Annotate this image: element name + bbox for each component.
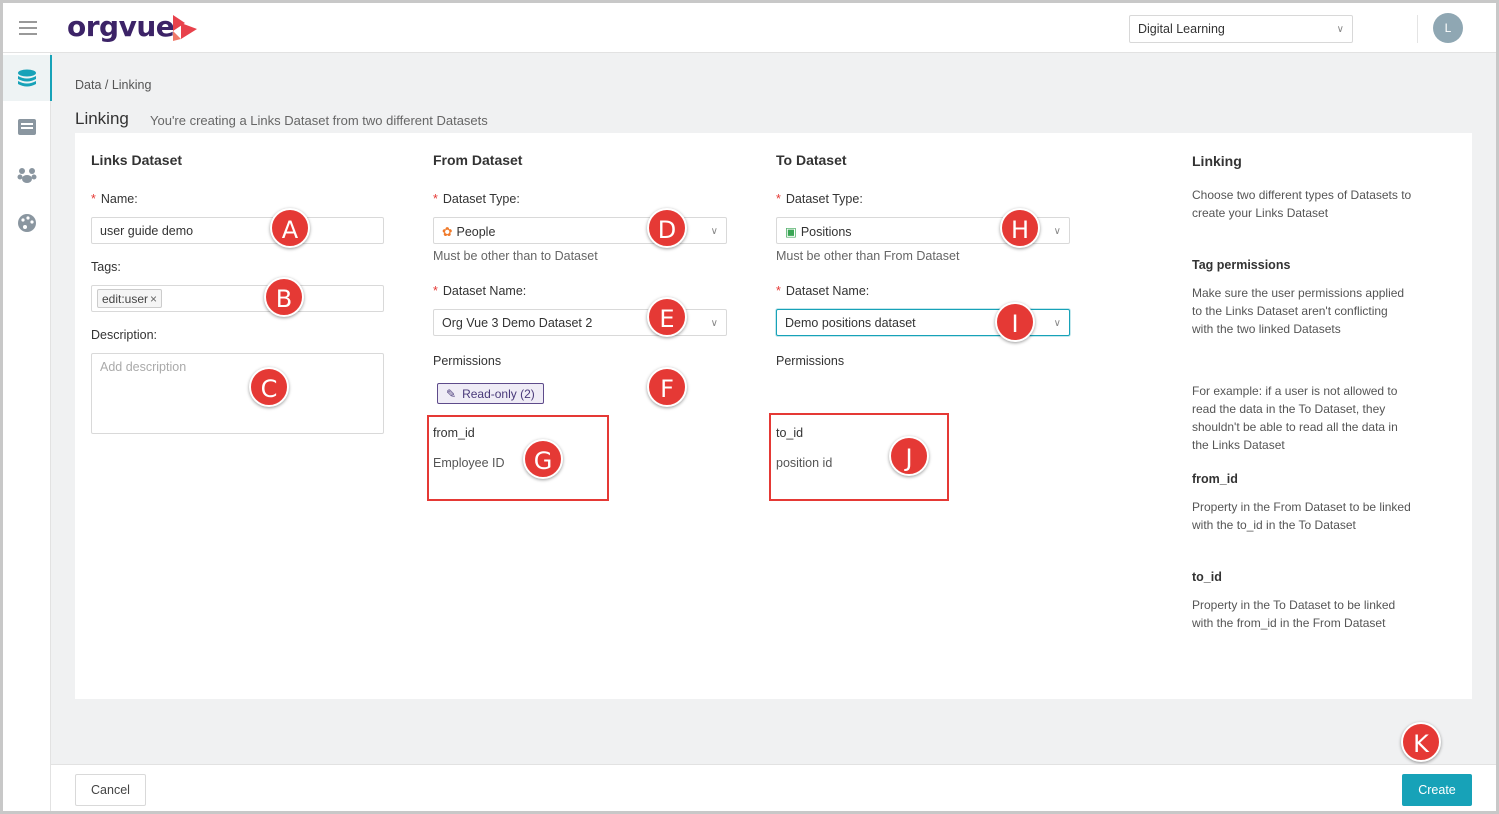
chevron-down-icon: ∨ bbox=[1336, 24, 1344, 35]
marker-c: C bbox=[249, 367, 289, 407]
chevron-down-icon: ∨ bbox=[710, 226, 718, 237]
marker-e: E bbox=[647, 297, 687, 337]
sidebar-item-reports[interactable] bbox=[3, 103, 51, 149]
marker-j: J bbox=[889, 436, 929, 476]
permissions-badge[interactable]: ✎ Read-only (2) bbox=[437, 383, 544, 404]
description-textarea[interactable]: Add description bbox=[91, 353, 384, 434]
permissions-badge-label: Read-only (2) bbox=[462, 387, 535, 401]
to-id-key: to_id bbox=[776, 426, 804, 440]
help-tag-permissions-heading: Tag permissions bbox=[1192, 258, 1291, 272]
orgvue-logo: orgvue bbox=[67, 10, 175, 43]
sidebar bbox=[3, 53, 52, 811]
help-from-id-text: Property in the From Dataset to be linke… bbox=[1192, 500, 1411, 532]
palette-icon bbox=[18, 214, 36, 232]
header-divider bbox=[1417, 15, 1418, 43]
help-to-id-text: Property in the To Dataset to be linked … bbox=[1192, 598, 1396, 630]
help-tag-permissions-text: Make sure the user permissions applied t… bbox=[1192, 286, 1405, 336]
footer-bar: Cancel Create bbox=[51, 764, 1496, 811]
to-dataset-title: To Dataset bbox=[776, 152, 847, 168]
from-id-key: from_id bbox=[433, 426, 475, 440]
logo-mark-icon bbox=[173, 15, 197, 41]
marker-h: H bbox=[1000, 208, 1040, 248]
document-icon bbox=[18, 119, 36, 135]
marker-d: D bbox=[647, 208, 687, 248]
to-type-label: * Dataset Type: bbox=[776, 192, 863, 206]
marker-a: A bbox=[270, 208, 310, 248]
cancel-button[interactable]: Cancel bbox=[75, 774, 146, 806]
tags-label: Tags: bbox=[91, 260, 121, 274]
help-from-id-heading: from_id bbox=[1192, 472, 1238, 486]
help-title: Linking bbox=[1192, 153, 1242, 169]
help-intro: Choose two different types of Datasets t… bbox=[1192, 188, 1412, 220]
marker-f: F bbox=[647, 367, 687, 407]
name-label: * Name: bbox=[91, 192, 138, 206]
to-permissions-label: Permissions bbox=[776, 354, 845, 368]
tag-chip: edit:user × bbox=[97, 289, 163, 308]
dataset-selector-value: Digital Learning bbox=[1138, 22, 1225, 36]
chevron-down-icon: ∨ bbox=[710, 318, 718, 329]
id-card-icon: ▣ bbox=[785, 225, 797, 239]
name-input[interactable]: user guide demo bbox=[91, 217, 384, 244]
paw-icon bbox=[17, 168, 37, 183]
to-id-value[interactable]: position id bbox=[776, 456, 832, 470]
avatar[interactable]: L bbox=[1433, 13, 1463, 43]
dataset-selector[interactable]: Digital Learning ∨ bbox=[1129, 15, 1353, 43]
name-input-value: user guide demo bbox=[100, 224, 194, 238]
hamburger-menu-icon[interactable] bbox=[19, 21, 37, 35]
sidebar-item-themes[interactable] bbox=[3, 199, 51, 245]
to-name-value: Demo positions dataset bbox=[785, 316, 916, 330]
breadcrumb[interactable]: Data / Linking bbox=[75, 78, 151, 92]
top-bar: orgvue Digital Learning ∨ L bbox=[3, 3, 1496, 53]
from-name-value: Org Vue 3 Demo Dataset 2 bbox=[442, 316, 593, 330]
chevron-down-icon: ∨ bbox=[1053, 318, 1061, 329]
marker-k: K bbox=[1401, 722, 1441, 762]
from-dataset-title: From Dataset bbox=[433, 152, 523, 168]
app-frame: orgvue Digital Learning ∨ L Data / Linki… bbox=[0, 0, 1499, 814]
edit-off-icon: ✎ bbox=[446, 387, 457, 401]
marker-i: I bbox=[995, 302, 1035, 342]
sidebar-item-people[interactable] bbox=[3, 151, 51, 197]
sidebar-item-data[interactable] bbox=[3, 55, 52, 101]
description-placeholder: Add description bbox=[100, 360, 187, 374]
from-permissions-label: Permissions bbox=[433, 354, 502, 368]
from-type-label: * Dataset Type: bbox=[433, 192, 520, 206]
chevron-down-icon: ∨ bbox=[1053, 226, 1061, 237]
marker-b: B bbox=[264, 277, 304, 317]
page-title: Linking bbox=[75, 109, 129, 128]
paw-icon: ✿ bbox=[442, 225, 453, 239]
database-icon bbox=[18, 69, 36, 87]
to-type-value: Positions bbox=[800, 225, 852, 239]
page-subtitle: You're creating a Links Dataset from two… bbox=[150, 113, 488, 128]
help-to-id-heading: to_id bbox=[1192, 570, 1222, 584]
to-name-label: * Dataset Name: bbox=[776, 284, 870, 298]
close-icon[interactable]: × bbox=[150, 292, 157, 306]
from-id-value[interactable]: Employee ID bbox=[433, 456, 505, 470]
from-type-hint: Must be other than to Dataset bbox=[433, 249, 598, 263]
help-example-text: For example: if a user is not allowed to… bbox=[1192, 384, 1398, 452]
to-type-hint: Must be other than From Dataset bbox=[776, 249, 960, 263]
description-label: Description: bbox=[91, 328, 158, 342]
from-type-value: People bbox=[456, 225, 496, 239]
links-dataset-title: Links Dataset bbox=[91, 152, 183, 168]
marker-g: G bbox=[523, 439, 563, 479]
tags-input[interactable]: edit:user × bbox=[91, 285, 384, 312]
from-name-label: * Dataset Name: bbox=[433, 284, 527, 298]
create-button[interactable]: Create bbox=[1402, 774, 1472, 806]
